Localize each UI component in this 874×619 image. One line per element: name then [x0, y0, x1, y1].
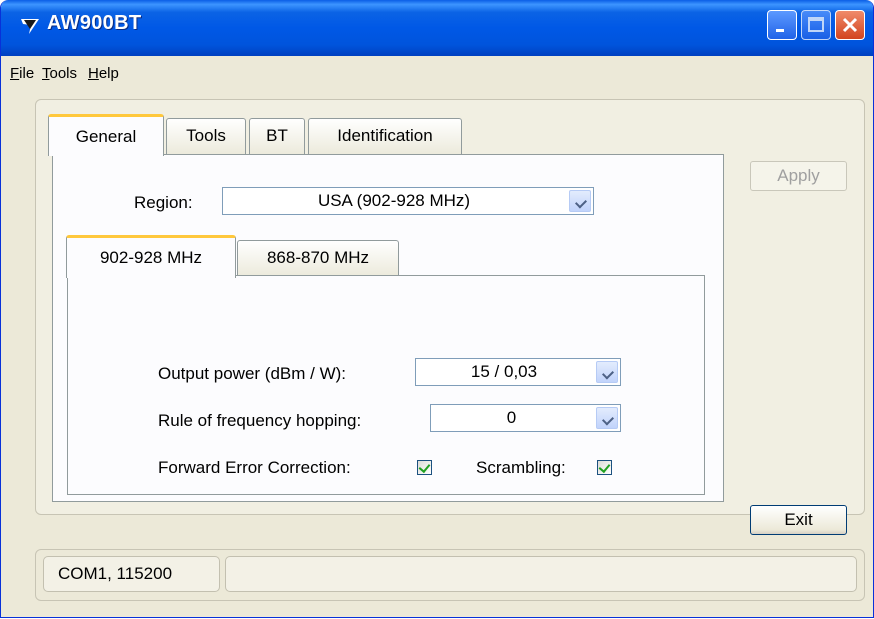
exit-button[interactable]: Exit — [750, 505, 847, 535]
tab-general-label: General — [75, 127, 137, 146]
fec-checkbox[interactable] — [417, 460, 432, 475]
menu-bar: File Tools Help — [1, 56, 873, 90]
minimize-icon — [776, 29, 784, 32]
menu-tools-label: ools — [49, 65, 78, 82]
output-power-value: 15 / 0,03 — [470, 362, 538, 381]
maximize-button[interactable] — [801, 10, 831, 40]
chevron-down-icon[interactable] — [569, 190, 591, 212]
maximize-icon — [808, 17, 824, 32]
app-logo-icon — [21, 19, 39, 34]
chevron-down-icon[interactable] — [596, 361, 618, 383]
tab-tools[interactable]: Tools — [166, 118, 246, 154]
apply-button[interactable]: Apply — [750, 161, 847, 191]
menu-file-label: ile — [19, 65, 35, 82]
tab-identification-label: Identification — [337, 126, 433, 145]
output-power-select[interactable]: 15 / 0,03 — [415, 358, 621, 386]
minimize-button[interactable] — [767, 10, 797, 40]
tab-bt[interactable]: BT — [249, 118, 305, 154]
tab-902-928[interactable]: 902-928 MHz — [66, 235, 236, 278]
close-icon — [842, 17, 858, 33]
tab-identification[interactable]: Identification — [308, 118, 462, 154]
fec-label: Forward Error Correction: — [158, 458, 351, 477]
scrambling-label: Scrambling: — [476, 458, 566, 477]
tab-tools-label: Tools — [186, 126, 226, 145]
frequency-tab-page: Output power (dBm / W): 15 / 0,03 Rule o… — [67, 275, 705, 495]
exit-button-label: Exit — [784, 510, 813, 529]
main-window: AW900BT File Tools Help General Tools BT… — [0, 0, 874, 618]
tab-902-928-label: 902-928 MHz — [99, 248, 203, 267]
region-label: Region: — [134, 193, 193, 212]
status-bar: COM1, 115200 — [35, 549, 865, 601]
frequency-hopping-value: 0 — [506, 408, 517, 427]
apply-button-label: Apply — [777, 166, 820, 185]
tab-bt-label: BT — [266, 126, 288, 145]
title-bar[interactable]: AW900BT — [1, 0, 873, 56]
menu-file[interactable]: File — [10, 65, 34, 82]
menu-file-mnemonic: F — [10, 65, 20, 82]
status-connection-text: COM1, 115200 — [58, 564, 173, 583]
status-connection: COM1, 115200 — [43, 556, 220, 592]
window-title: AW900BT — [47, 12, 142, 34]
tab-868-870-label: 868-870 MHz — [266, 248, 370, 267]
chevron-down-icon[interactable] — [596, 407, 618, 429]
region-select[interactable]: USA (902-928 MHz) — [222, 187, 594, 215]
menu-help-label: elp — [98, 65, 119, 82]
region-select-value: USA (902-928 MHz) — [317, 191, 471, 210]
status-message — [225, 556, 857, 592]
tab-general[interactable]: General — [48, 114, 164, 156]
menu-help-mnemonic: H — [88, 65, 99, 82]
menu-help[interactable]: Help — [88, 65, 119, 82]
close-button[interactable] — [835, 10, 865, 40]
menu-tools-mnemonic: T — [42, 65, 50, 82]
frequency-hopping-select[interactable]: 0 — [430, 404, 621, 432]
frequency-hopping-label: Rule of frequency hopping: — [158, 411, 362, 430]
menu-tools[interactable]: Tools — [42, 65, 77, 82]
scrambling-checkbox[interactable] — [597, 460, 612, 475]
output-power-label: Output power (dBm / W): — [158, 364, 346, 383]
tab-868-870[interactable]: 868-870 MHz — [237, 240, 399, 276]
general-tab-page: Region: USA (902-928 MHz) 902-928 MHz 86… — [52, 154, 724, 502]
main-panel: General Tools BT Identification Region: … — [35, 99, 865, 535]
